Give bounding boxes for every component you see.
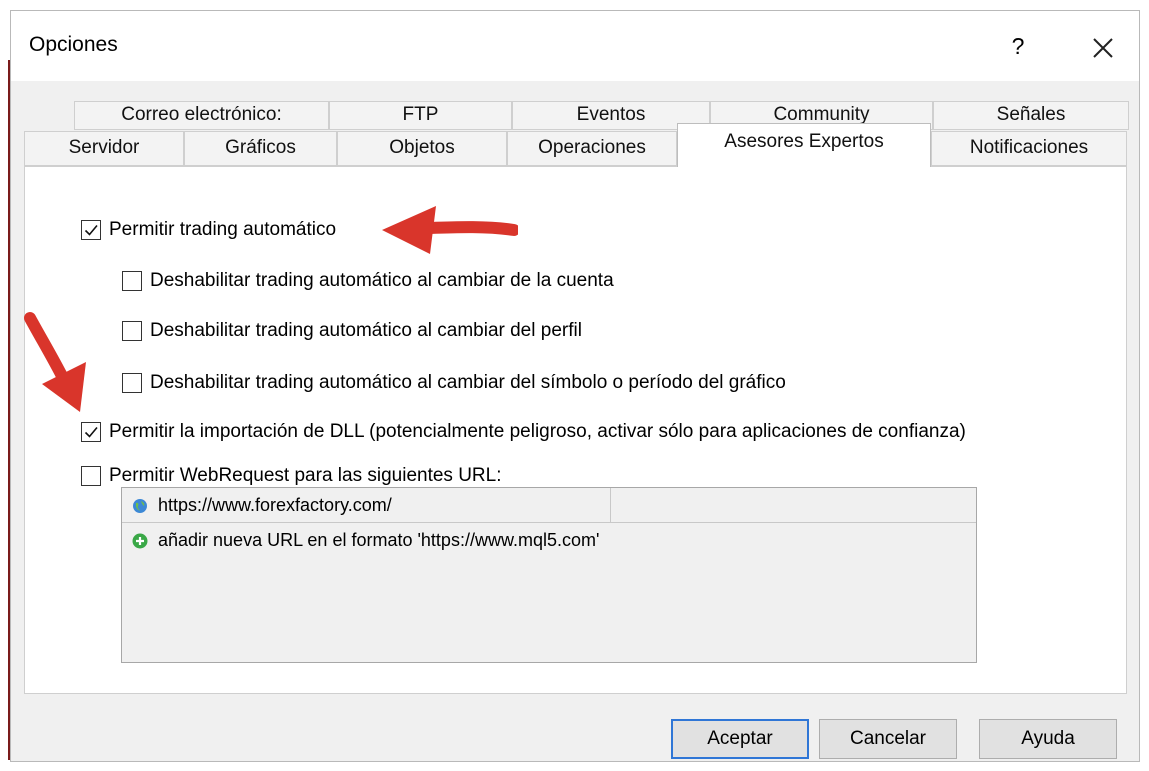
window-title: Opciones xyxy=(29,33,118,56)
url-text: https://www.forexfactory.com/ xyxy=(158,495,392,515)
option-allow-auto-trading[interactable]: Permitir trading automático xyxy=(81,219,336,241)
option-label: Deshabilitar trading automático al cambi… xyxy=(150,270,614,291)
help-button[interactable]: Ayuda xyxy=(979,719,1117,759)
options-dialog: Opciones ? Correo electrónico: FTP Event… xyxy=(10,10,1140,762)
add-url-hint: añadir nueva URL en el formato 'https://… xyxy=(158,530,600,550)
tab-senales[interactable]: Señales xyxy=(933,101,1129,130)
url-list[interactable]: https://www.forexfactory.com/ añadir nue… xyxy=(121,487,977,663)
tab-notificaciones[interactable]: Notificaciones xyxy=(931,131,1127,166)
option-allow-webrequest[interactable]: Permitir WebRequest para las siguientes … xyxy=(81,465,502,487)
checkbox-unchecked[interactable] xyxy=(81,466,101,486)
tab-objetos[interactable]: Objetos xyxy=(337,131,507,166)
option-allow-dll-import[interactable]: Permitir la importación de DLL (potencia… xyxy=(81,421,966,443)
checkbox-unchecked[interactable] xyxy=(122,373,142,393)
option-disable-on-profile-change[interactable]: Deshabilitar trading automático al cambi… xyxy=(122,320,582,342)
background-edge xyxy=(0,0,10,771)
option-label: Deshabilitar trading automático al cambi… xyxy=(150,320,582,341)
tab-ftp[interactable]: FTP xyxy=(329,101,512,130)
tab-servidor[interactable]: Servidor xyxy=(24,131,184,166)
option-label: Permitir WebRequest para las siguientes … xyxy=(109,465,502,486)
ok-button[interactable]: Aceptar xyxy=(671,719,809,759)
option-disable-on-symbol-change[interactable]: Deshabilitar trading automático al cambi… xyxy=(122,372,786,394)
option-label: Permitir la importación de DLL (potencia… xyxy=(109,421,966,442)
option-label: Permitir trading automático xyxy=(109,219,337,240)
annotation-arrow-left xyxy=(382,206,518,254)
globe-icon xyxy=(133,498,147,513)
expert-advisors-panel: Permitir trading automático Deshabilitar… xyxy=(24,166,1127,694)
tab-asesores-expertos[interactable]: Asesores Expertos xyxy=(677,123,931,167)
cancel-button[interactable]: Cancelar xyxy=(819,719,957,759)
tab-operaciones[interactable]: Operaciones xyxy=(507,131,677,166)
help-question-button[interactable]: ? xyxy=(1003,31,1033,61)
checkbox-unchecked[interactable] xyxy=(122,321,142,341)
checkbox-checked[interactable] xyxy=(81,422,101,442)
checkbox-checked[interactable] xyxy=(81,220,101,240)
option-disable-on-account-change[interactable]: Deshabilitar trading automático al cambi… xyxy=(122,270,614,292)
add-icon xyxy=(132,533,148,548)
option-label: Deshabilitar trading automático al cambi… xyxy=(150,372,786,393)
tab-graficos[interactable]: Gráficos xyxy=(184,131,337,166)
url-list-item[interactable]: https://www.forexfactory.com/ xyxy=(122,489,976,522)
title-bar: Opciones ? xyxy=(11,11,1139,81)
add-url-row[interactable]: añadir nueva URL en el formato 'https://… xyxy=(122,524,976,557)
row-divider xyxy=(122,522,976,523)
close-icon[interactable] xyxy=(1086,31,1120,65)
checkbox-unchecked[interactable] xyxy=(122,271,142,291)
tab-correo-electronico[interactable]: Correo electrónico: xyxy=(74,101,329,130)
annotation-arrow-down xyxy=(24,312,86,412)
